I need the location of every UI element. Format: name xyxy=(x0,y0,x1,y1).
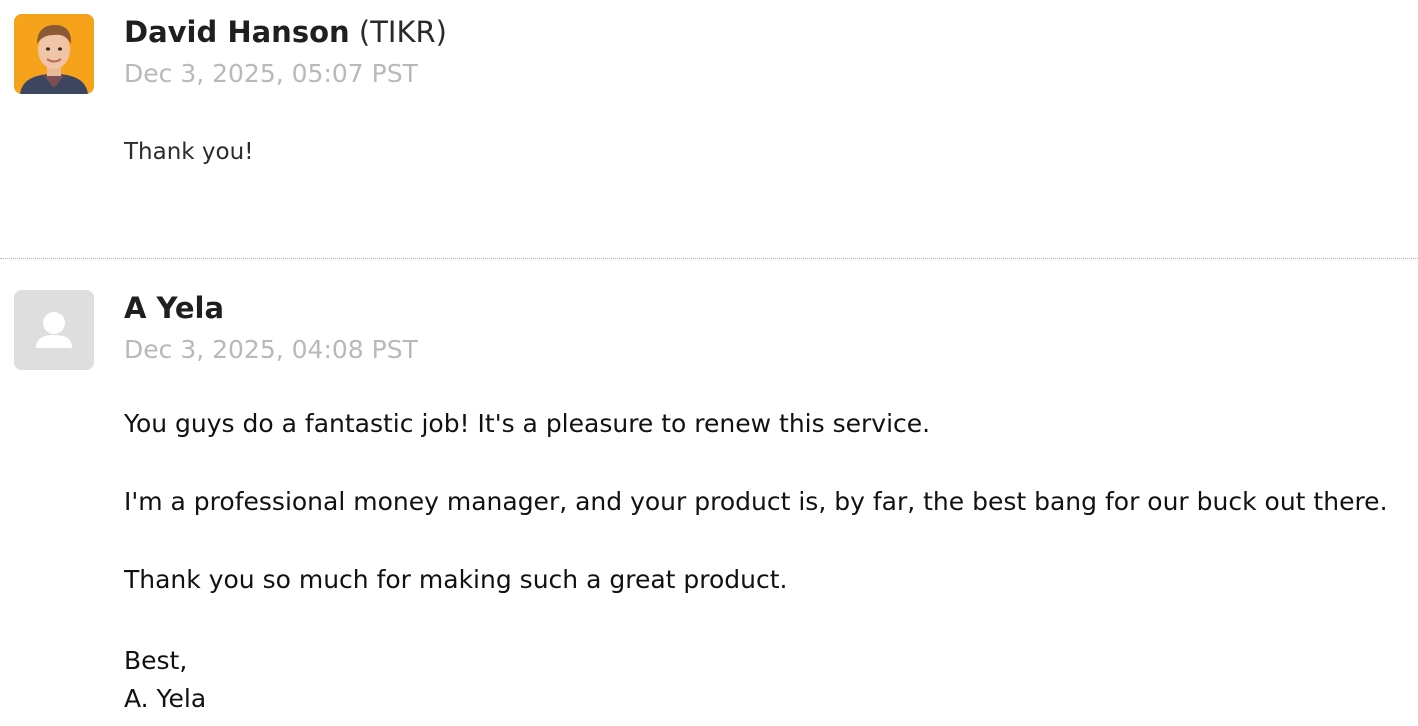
default-user-icon xyxy=(14,290,94,370)
avatar[interactable] xyxy=(14,14,94,94)
message-signoff: Best, xyxy=(124,646,188,675)
message-paragraph: I'm a professional money manager, and yo… xyxy=(124,487,1388,516)
message-paragraph: You guys do a fantastic job! It's a plea… xyxy=(124,409,931,438)
message-paragraph: Thank you so much for making such a grea… xyxy=(124,565,788,594)
person-photo-icon xyxy=(14,14,94,94)
message-signature: A. Yela xyxy=(124,684,207,713)
author-name: David Hanson xyxy=(124,15,350,49)
message-body: Thank you! xyxy=(124,139,254,165)
author-organization: (TIKR) xyxy=(358,15,447,49)
message-timestamp: Dec 3, 2025, 05:07 PST xyxy=(124,59,418,88)
message-timestamp: Dec 3, 2025, 04:08 PST xyxy=(124,335,418,364)
author-line: A Yela xyxy=(124,290,224,326)
message-divider xyxy=(0,258,1418,259)
avatar[interactable] xyxy=(14,290,94,370)
message-body: You guys do a fantastic job! It's a plea… xyxy=(124,408,1414,718)
author-line: David Hanson (TIKR) xyxy=(124,14,447,50)
author-name: A Yela xyxy=(124,291,225,325)
